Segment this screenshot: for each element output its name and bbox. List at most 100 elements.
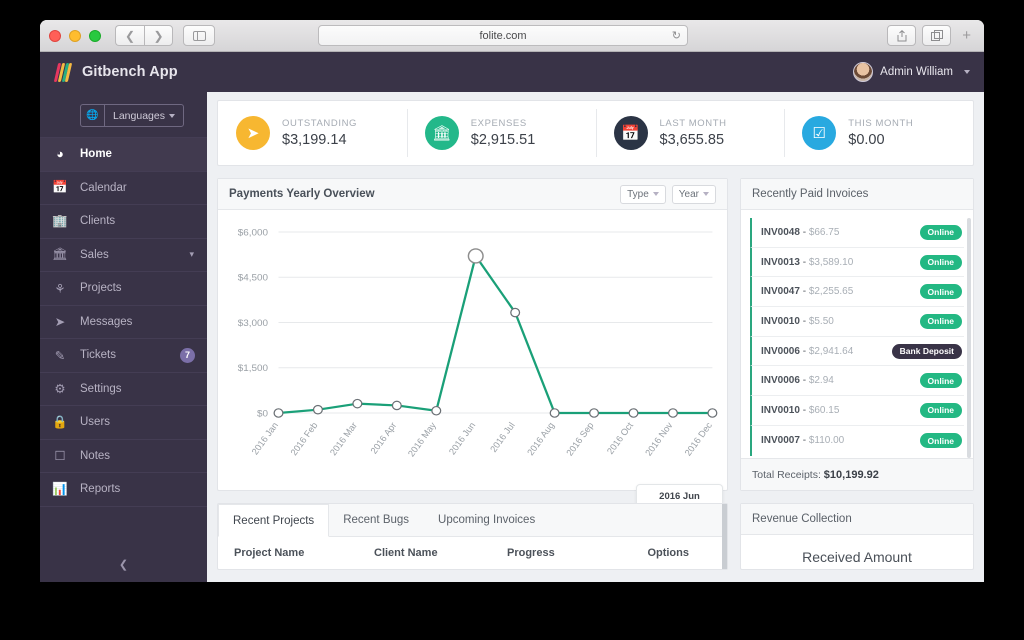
- invoice-list[interactable]: INV0048 - $66.75 Online INV0013 - $3,589.1…: [741, 210, 973, 458]
- x-axis-tick-label: 2016 Mar: [328, 421, 359, 458]
- column-progress: Progress: [507, 547, 555, 559]
- sidebar: Gitbench App 🌐 Languages ◕ Home 📅 Calend…: [40, 52, 207, 582]
- brand[interactable]: Gitbench App: [40, 52, 207, 92]
- chart-data-point[interactable]: [667, 408, 678, 418]
- chart-data-point[interactable]: [352, 398, 363, 409]
- screen: ❮ ❯ folite.com ↻ + Gitbench App 🌐 Langua…: [0, 0, 1024, 640]
- invoice-row[interactable]: INV0013 - $3,589.10 Online: [750, 247, 964, 278]
- x-axis-tick-label: 2016 Feb: [289, 421, 320, 458]
- invoice-row[interactable]: INV0006 - $2,941.64 Bank Deposit: [750, 336, 964, 367]
- total-receipts-label: Total Receipts:: [752, 468, 821, 481]
- sidebar-item-label: Projects: [80, 282, 122, 295]
- tab-recent-bugs[interactable]: Recent Bugs: [329, 504, 424, 536]
- sidebar-item-sales[interactable]: 🏛 Sales ▾: [40, 239, 207, 272]
- chart-data-point[interactable]: [431, 405, 442, 416]
- chart-data-point[interactable]: [510, 307, 521, 318]
- chart-data-point[interactable]: [273, 408, 284, 418]
- sidebar-item-projects[interactable]: ⚘ Projects: [40, 272, 207, 306]
- total-receipts-value: $10,199.92: [823, 468, 879, 481]
- stat-card-last-month[interactable]: 📅 LAST MONTH $3,655.85: [595, 101, 785, 165]
- sidebar-item-reports[interactable]: 📊 Reports: [40, 473, 207, 507]
- gears-icon: ⚙: [54, 382, 66, 397]
- tabs-overview-icon[interactable]: [922, 25, 952, 46]
- chart-year-dropdown[interactable]: Year: [671, 184, 716, 204]
- tab-recent-projects[interactable]: Recent Projects: [218, 504, 330, 537]
- y-axis-tick-label: $6,000: [238, 228, 269, 239]
- back-button[interactable]: ❮: [115, 25, 144, 46]
- collapse-sidebar-button[interactable]: ❮: [110, 552, 138, 576]
- invoices-card-header: Recently Paid Invoices: [741, 179, 973, 210]
- sidebar-item-notes[interactable]: ☐ Notes: [40, 440, 207, 473]
- sidebar-item-label: Users: [80, 416, 111, 429]
- chart-data-point[interactable]: [549, 408, 560, 418]
- sidebar-item-users[interactable]: 🔒 Users: [40, 406, 207, 440]
- chevron-down-icon: ▾: [189, 249, 194, 260]
- invoice-row[interactable]: INV0048 - $66.75 Online: [750, 218, 964, 248]
- ticket-icon: ✎: [54, 348, 66, 363]
- chart-data-point[interactable]: [391, 400, 402, 411]
- invoice-list-scrollbar[interactable]: [967, 218, 971, 458]
- line-chart[interactable]: $0 $1,500 $3,000 $4,500 $6,000 2016 Jan 2016 F…: [218, 210, 727, 491]
- stat-card-expenses[interactable]: 🏛 EXPENSES $2,915.51: [406, 101, 596, 165]
- forward-button[interactable]: ❯: [144, 25, 173, 46]
- sidebar-item-settings[interactable]: ⚙ Settings: [40, 373, 207, 406]
- payments-chart-card: Payments Yearly Overview Type Year $0 $1,…: [217, 178, 728, 536]
- column-options: Options: [647, 547, 689, 559]
- maximize-window-button[interactable]: [89, 29, 101, 42]
- chart-data-point[interactable]: [628, 408, 639, 418]
- share-icon[interactable]: [887, 25, 917, 46]
- user-name: Admin William: [880, 66, 953, 78]
- calendar-check-icon: ☑: [802, 116, 837, 150]
- sidebar-item-messages[interactable]: ➤ Messages: [40, 306, 207, 339]
- sidebar-item-tickets[interactable]: ✎ Tickets 7: [40, 339, 207, 373]
- invoice-status-badge: Online: [919, 433, 962, 449]
- sidebar-item-home[interactable]: ◕ Home: [40, 138, 207, 172]
- chart-data-point[interactable]: [467, 248, 484, 264]
- language-selector-wrap: 🌐 Languages: [40, 92, 207, 137]
- invoice-row[interactable]: INV0010 - $60.15 Online: [750, 396, 964, 426]
- avatar: [853, 62, 874, 82]
- chart-data-point[interactable]: [589, 408, 600, 418]
- user-menu[interactable]: Admin William: [853, 62, 970, 82]
- invoice-label: INV0047 - $2,255.65: [761, 286, 854, 298]
- stat-card-this-month[interactable]: ☑ THIS MONTH $0.00: [784, 101, 973, 165]
- globe-icon: 🌐: [81, 105, 105, 126]
- y-axis-tick-label: $1,500: [238, 363, 269, 374]
- sidebar-item-clients[interactable]: 🏢 Clients: [40, 205, 207, 239]
- caret-down-icon: [703, 192, 709, 196]
- address-bar[interactable]: folite.com ↻: [318, 25, 688, 46]
- stat-label: LAST MONTH: [659, 117, 727, 129]
- new-tab-button[interactable]: +: [957, 27, 976, 44]
- reload-icon[interactable]: ↻: [672, 29, 681, 42]
- stat-card-outstanding[interactable]: ➤ OUTSTANDING $3,199.14: [218, 101, 407, 165]
- stat-label: OUTSTANDING: [282, 117, 358, 129]
- sidebar-item-calendar[interactable]: 📅 Calendar: [40, 172, 207, 205]
- chart-type-dropdown[interactable]: Type: [620, 184, 666, 204]
- column-client-name: Client Name: [374, 547, 438, 559]
- chart-data-point[interactable]: [312, 404, 323, 415]
- browser-window: ❮ ❯ folite.com ↻ + Gitbench App 🌐 Langua…: [40, 20, 984, 582]
- invoice-row[interactable]: INV0006 - $2.94 Online: [750, 366, 964, 397]
- invoice-label: INV0048 - $66.75: [761, 226, 840, 238]
- window-controls: [49, 29, 101, 42]
- invoice-status-badge: Online: [919, 284, 962, 300]
- close-window-button[interactable]: [49, 29, 61, 42]
- language-selector[interactable]: 🌐 Languages: [80, 104, 184, 127]
- stat-value: $3,199.14: [282, 131, 347, 148]
- minimize-window-button[interactable]: [69, 29, 81, 42]
- tab-upcoming-invoices[interactable]: Upcoming Invoices: [424, 504, 550, 536]
- chart-data-point[interactable]: [707, 408, 718, 418]
- tablist: Recent Projects Recent Bugs Upcoming Inv…: [218, 504, 727, 537]
- table-header-row: Project Name Client Name Progress Option…: [218, 537, 727, 569]
- invoice-row[interactable]: INV0007 - $110.00 Online: [750, 425, 964, 456]
- invoice-row[interactable]: INV0047 - $2,255.65 Online: [750, 277, 964, 308]
- paper-plane-icon: ➤: [54, 315, 66, 330]
- dashboard-icon: ◕: [56, 147, 64, 162]
- invoice-row[interactable]: INV0010 - $5.50 Online: [750, 307, 964, 337]
- page-scrollbar[interactable]: [722, 504, 727, 569]
- language-label: Languages: [113, 109, 165, 122]
- received-amount-heading: Received Amount: [802, 549, 912, 565]
- chart-line-payments: [277, 254, 714, 415]
- sidebar-toggle-icon[interactable]: [183, 25, 215, 46]
- revenue-body: Received Amount: [741, 535, 973, 565]
